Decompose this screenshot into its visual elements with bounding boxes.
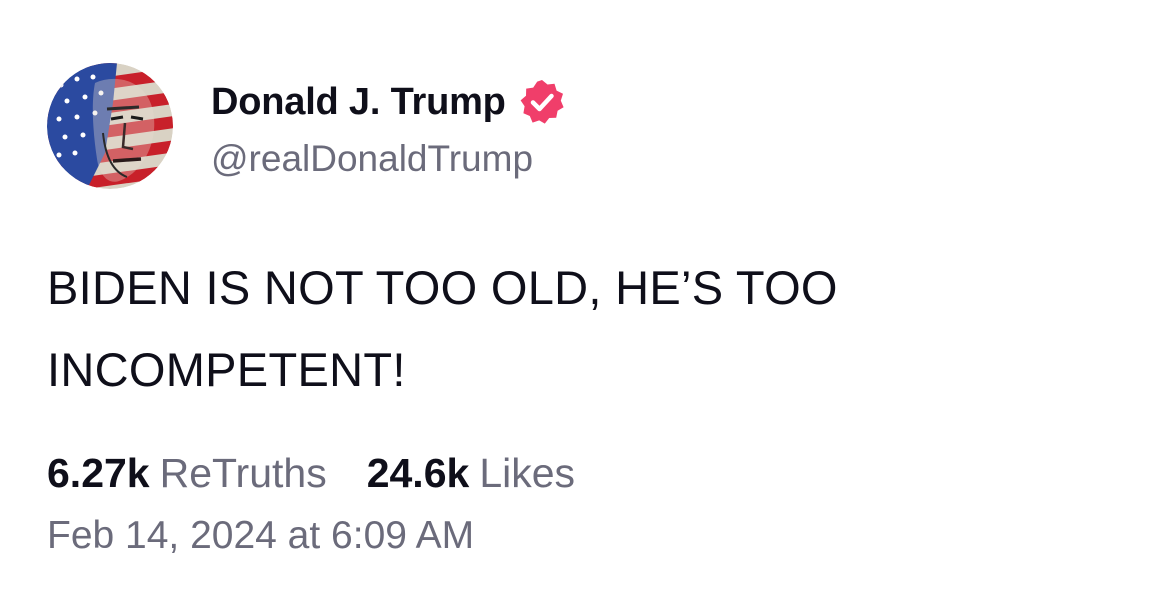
retruths-stat[interactable]: 6.27k ReTruths	[47, 450, 327, 497]
author-identity: Donald J. Trump @realDonaldTrump	[211, 72, 566, 180]
author-handle[interactable]: @realDonaldTrump	[211, 138, 566, 180]
retruths-label: ReTruths	[159, 450, 327, 496]
retruths-count: 6.27k	[47, 450, 150, 496]
likes-label: Likes	[479, 450, 576, 496]
avatar[interactable]	[47, 63, 173, 189]
display-name[interactable]: Donald J. Trump	[211, 81, 506, 124]
post-text-line-1: BIDEN IS NOT TOO OLD, HE’S TOO	[47, 261, 838, 314]
verified-badge-icon	[520, 80, 564, 124]
post-text: BIDEN IS NOT TOO OLD, HE’S TOO INCOMPETE…	[47, 247, 1047, 411]
post-card: Donald J. Trump @realDonaldTrump BIDEN I…	[0, 0, 1170, 602]
likes-count: 24.6k	[366, 450, 470, 496]
post-stats: 6.27k ReTruths 24.6k Likes	[47, 450, 615, 497]
post-text-line-2: INCOMPETENT!	[47, 343, 406, 396]
post-timestamp[interactable]: Feb 14, 2024 at 6:09 AM	[47, 514, 474, 558]
likes-stat[interactable]: 24.6k Likes	[367, 450, 575, 497]
name-row: Donald J. Trump	[211, 72, 566, 132]
flag-portrait-avatar-icon	[47, 63, 173, 189]
post-header: Donald J. Trump @realDonaldTrump	[47, 63, 566, 189]
